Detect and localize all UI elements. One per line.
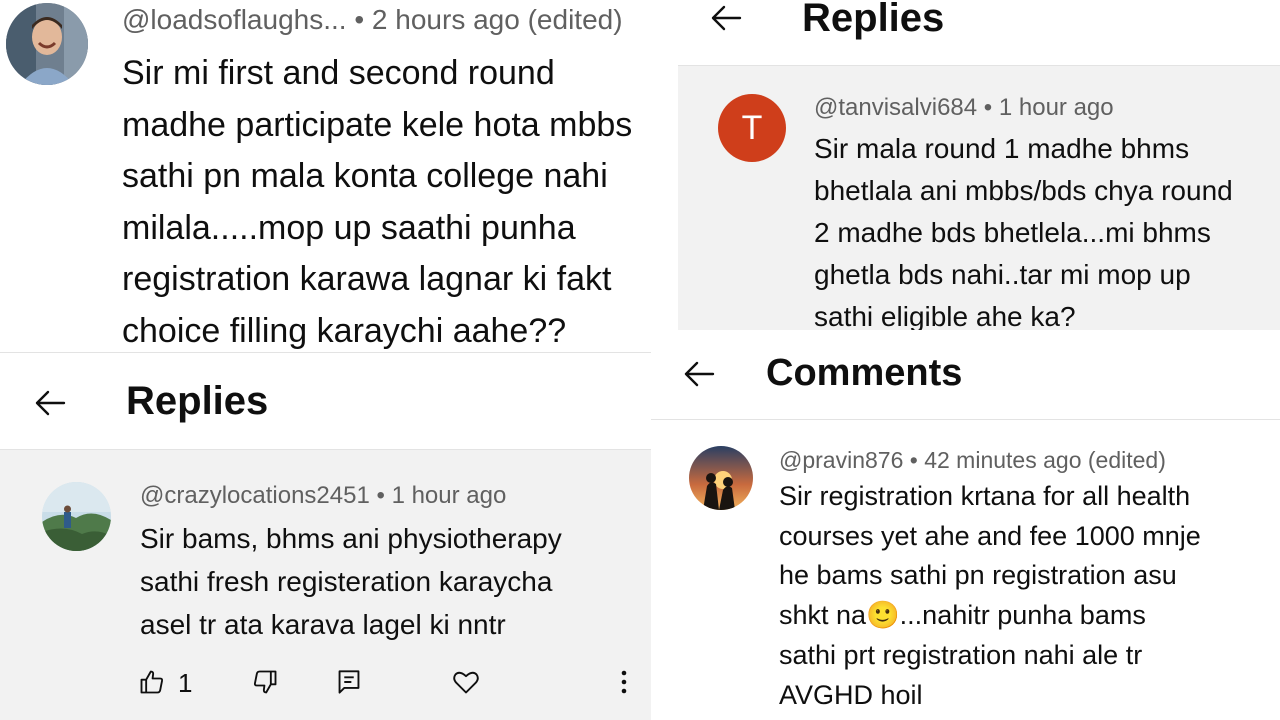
comment-line: madhe participate kele hota mbbs: [122, 105, 633, 144]
comment-text: Sir registration krtana for all health c…: [779, 477, 1201, 715]
reply-text: Sir bams, bhms ani physiotherapy sathi f…: [140, 517, 562, 646]
comment-line: courses yet ahe and fee 1000 mnje: [779, 520, 1201, 551]
comment-text: Sir mi first and second round madhe part…: [122, 48, 632, 352]
more-vert-icon: [621, 670, 627, 694]
more-options-button[interactable]: [612, 662, 636, 702]
timestamp: • 42 minutes ago (edited): [909, 447, 1166, 473]
avatar[interactable]: [689, 446, 753, 510]
page-title: Comments: [766, 352, 963, 394]
reply-line: asel tr ata karava lagel ki nntr: [140, 609, 506, 640]
comment-line: Sir mi first and second round: [122, 54, 555, 92]
like-button[interactable]: [138, 662, 166, 702]
reply-line: Sir bams, bhms ani physiotherapy: [140, 523, 562, 554]
thumbs-up-icon: [140, 670, 164, 694]
comment-line: sathi prt registration nahi ale tr: [779, 639, 1143, 670]
back-arrow-icon[interactable]: [677, 352, 721, 396]
replies-header: Replies: [678, 0, 1280, 66]
timestamp: • 1 hour ago: [376, 482, 507, 509]
reply-text: Sir mala round 1 madhe bhms bhetlala ani…: [814, 128, 1233, 330]
comment-meta: @loadsoflaughs... • 2 hours ago (edited): [122, 4, 623, 36]
comment-line: Sir registration krtana for all health: [779, 481, 1191, 511]
reply-actions: 1: [0, 662, 651, 702]
avatar[interactable]: T: [718, 94, 786, 162]
reply-line: ghetla bds nahi..tar mi mop up: [814, 259, 1191, 290]
like-count: 1: [178, 668, 193, 698]
comment-panel-top-left: @loadsoflaughs... • 2 hours ago (edited)…: [0, 0, 680, 352]
avatar-letter: T: [741, 108, 763, 147]
timestamp: • 2 hours ago (edited): [354, 4, 623, 35]
reply-line: Sir mala round 1 madhe bhms: [814, 133, 1190, 164]
author-handle[interactable]: @pravin876: [779, 447, 903, 473]
comment-line: he bams sathi pn registration asu: [779, 560, 1177, 591]
reply-line: 2 madhe bds bhetlela...mi bhms: [814, 217, 1211, 248]
replies-header: Replies: [0, 352, 651, 450]
thumbs-down-icon: [253, 670, 277, 694]
comment-line: milala.....mop up saathi punha: [122, 208, 576, 247]
dislike-button[interactable]: [248, 662, 282, 702]
comment-line: sathi pn mala konta college nahi: [122, 157, 608, 195]
back-arrow-icon[interactable]: [704, 0, 748, 40]
replies-panel-top-right: Replies T @tanvisalvi684 • 1 hour ago Si…: [678, 0, 1280, 330]
reply-meta: @tanvisalvi684 • 1 hour ago: [814, 94, 1114, 122]
author-handle[interactable]: @crazylocations2451: [140, 482, 370, 509]
timestamp: • 1 hour ago: [983, 94, 1114, 121]
comment-line: AVGHD hoil: [779, 679, 923, 710]
comments-header: Comments: [651, 330, 1280, 420]
reply-line: bhetlala ani mbbs/bds chya round: [814, 175, 1233, 206]
replies-panel-bottom-left: Replies @crazylocations2451 • 1 hour ago…: [0, 352, 651, 720]
reply-button[interactable]: [334, 662, 364, 702]
comment-line: registration karawa lagnar ki fakt: [122, 260, 612, 298]
author-handle[interactable]: @loadsoflaughs...: [122, 4, 347, 35]
reply-line: sathi fresh registeration karaycha: [140, 566, 553, 597]
comment-line: choice filling karaychi aahe??: [122, 311, 567, 350]
comments-panel-bottom-right: Comments @pravin876 • 42 minutes ago (ed…: [651, 330, 1280, 720]
reply-meta: @crazylocations2451 • 1 hour ago: [140, 482, 506, 510]
reply-line: sathi eligible ahe ka?: [814, 301, 1076, 330]
comment-line: shkt na🙂...nahitr punha bams: [779, 600, 1146, 631]
author-handle[interactable]: @tanvisalvi684: [814, 94, 977, 121]
reply-comment-icon: [338, 670, 360, 694]
page-title: Replies: [126, 379, 269, 423]
heart-button[interactable]: [450, 662, 482, 702]
avatar[interactable]: [6, 3, 88, 85]
back-arrow-icon[interactable]: [28, 381, 72, 425]
heart-icon: [453, 671, 479, 694]
avatar[interactable]: [42, 482, 111, 551]
page-title: Replies: [802, 0, 945, 40]
comment-meta: @pravin876 • 42 minutes ago (edited): [779, 447, 1166, 474]
